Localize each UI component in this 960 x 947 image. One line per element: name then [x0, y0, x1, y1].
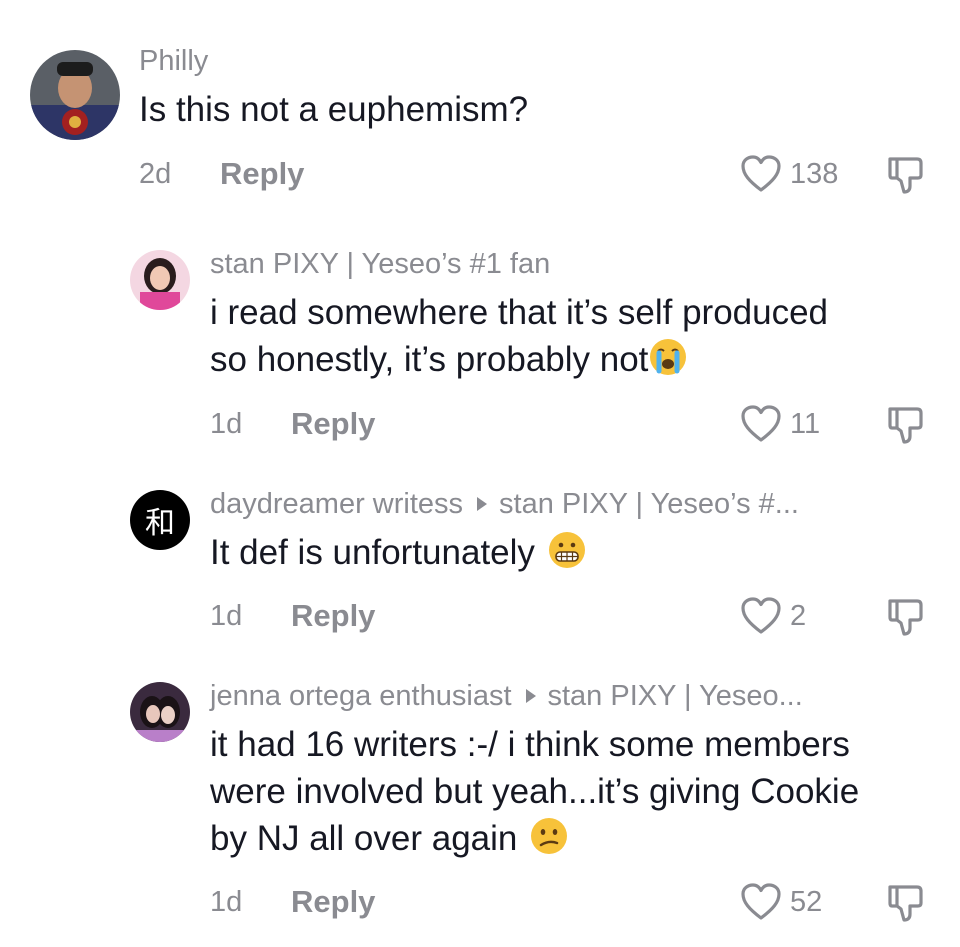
reply-button[interactable]: Reply [220, 156, 304, 192]
reply-button[interactable]: Reply [291, 406, 375, 442]
reply-arrow-icon [525, 689, 536, 704]
like-count: 138 [790, 158, 839, 190]
comment-time: 1d [210, 408, 243, 440]
comment-text: it had 16 writers :-/ i think some membe… [210, 721, 859, 862]
confused-face-emoji-icon [531, 818, 568, 854]
dislike-icon[interactable] [887, 597, 925, 637]
comment-time: 2d [139, 158, 172, 190]
like-count: 2 [790, 600, 807, 632]
crying-face-emoji-icon [650, 339, 687, 375]
comment-text-line: were involved but yeah...it’s giving Coo… [210, 772, 860, 811]
dislike-icon[interactable] [887, 155, 925, 195]
username[interactable]: jenna ortega enthusiast stan PIXY | Yeseo… [210, 680, 803, 713]
heart-icon[interactable] [741, 405, 781, 443]
username[interactable]: Philly [139, 45, 208, 78]
user-avatar-photo-icon [130, 250, 190, 310]
avatar[interactable] [30, 50, 120, 140]
comment-text: It def is unfortunately [210, 529, 587, 576]
comment-time: 1d [210, 600, 243, 632]
comment-text: i read somewhere that it’s self produced… [210, 289, 828, 383]
comment-text-line: so honestly, it’s probably not [210, 340, 649, 379]
reply-to-username[interactable]: stan PIXY | Yeseo... [548, 680, 803, 712]
reply-to-username[interactable]: stan PIXY | Yeseo’s #... [499, 488, 799, 520]
avatar-glyph: 和 [145, 506, 175, 541]
avatar[interactable] [130, 682, 190, 742]
reply-button[interactable]: Reply [291, 598, 375, 634]
like-count: 52 [790, 886, 823, 918]
comment-text-line: it had 16 writers :-/ i think some membe… [210, 725, 850, 764]
comment-text-line: by NJ all over again [210, 819, 518, 858]
heart-icon[interactable] [741, 883, 781, 921]
heart-icon[interactable] [741, 155, 781, 193]
comment-text: Is this not a euphemism? [139, 86, 528, 133]
username-label: jenna ortega enthusiast [210, 680, 512, 712]
avatar[interactable]: 和 [130, 490, 190, 550]
comment-text-line: Is this not a euphemism? [139, 90, 529, 129]
user-avatar-photo-icon [130, 682, 190, 742]
heart-icon[interactable] [741, 597, 781, 635]
username[interactable]: daydreamer writess stan PIXY | Yeseo’s #.… [210, 488, 799, 521]
username-label: daydreamer writess [210, 488, 464, 520]
reply-button[interactable]: Reply [291, 884, 375, 920]
user-avatar-photo-icon [30, 50, 120, 140]
like-count: 11 [790, 408, 821, 440]
comment-text-line: It def is unfortunately [210, 533, 535, 572]
dislike-icon[interactable] [887, 883, 925, 923]
reply-arrow-icon [477, 497, 488, 512]
avatar[interactable] [130, 250, 190, 310]
comment-text-line: i read somewhere that it’s self produced [210, 293, 829, 332]
username[interactable]: stan PIXY | Yeseo’s #1 fan [210, 248, 550, 281]
comment-time: 1d [210, 886, 243, 918]
grimacing-face-emoji-icon [548, 532, 585, 568]
dislike-icon[interactable] [887, 405, 925, 445]
